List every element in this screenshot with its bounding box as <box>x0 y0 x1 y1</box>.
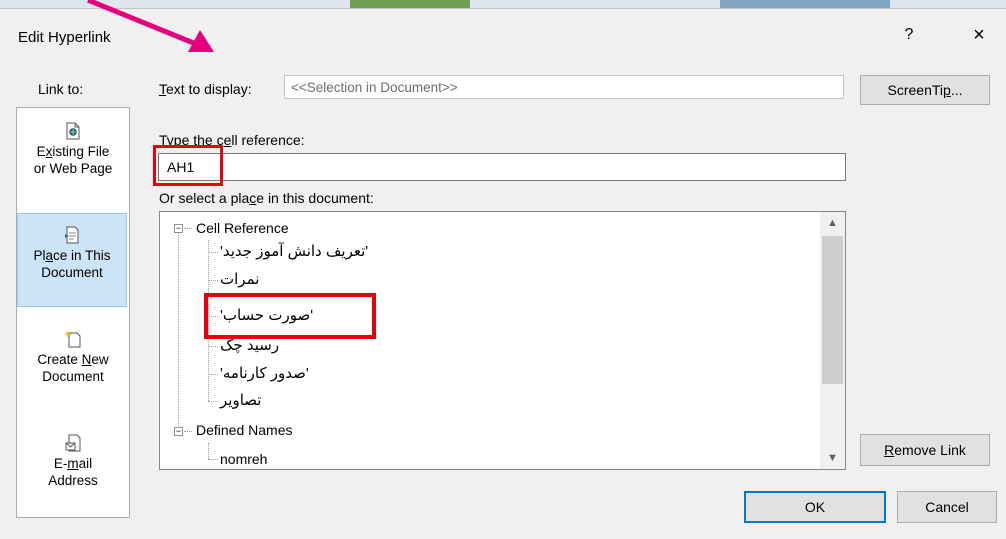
place-in-document-icon <box>65 226 79 244</box>
collapse-icon[interactable]: − <box>174 427 183 436</box>
text-to-display-label: Text to display: <box>159 81 252 97</box>
scroll-up-arrow-icon[interactable]: ▲ <box>820 212 845 234</box>
tree-item-defined-name[interactable]: nomreh <box>220 447 267 469</box>
link-item-label: Document <box>42 369 104 384</box>
tree-connector <box>184 431 192 432</box>
tree-connector <box>208 252 218 253</box>
tree-item-sheet[interactable]: 'صدور کارنامه' <box>220 362 309 386</box>
link-item-label: or Web Page <box>33 161 113 176</box>
link-to-email-address[interactable]: E-mail Address <box>18 434 128 514</box>
link-item-label: E-mail <box>53 456 93 471</box>
text-to-display-field[interactable]: <<Selection in Document>> <box>284 75 844 99</box>
existing-file-icon <box>66 122 80 140</box>
cancel-button[interactable]: Cancel <box>897 491 997 523</box>
tree-group-cell-reference[interactable]: Cell Reference <box>196 216 289 240</box>
scroll-down-arrow-icon[interactable]: ▼ <box>820 447 845 469</box>
tree-connector <box>208 346 218 347</box>
tree-connector <box>208 401 218 402</box>
tree-item-sheet[interactable]: تصاویر <box>220 389 261 413</box>
tree-group-defined-names[interactable]: Defined Names <box>196 418 293 442</box>
link-item-label: Place in This <box>33 248 111 263</box>
tree-connector <box>208 459 218 460</box>
link-item-label: Address <box>48 473 98 488</box>
link-to-create-new-document[interactable]: Create New Document <box>18 330 128 410</box>
link-to-place-in-document[interactable]: Place in This Document <box>17 213 127 307</box>
link-item-label: Document <box>41 265 103 280</box>
remove-link-button[interactable]: Remove Link <box>860 434 990 466</box>
background-bar <box>350 0 470 8</box>
link-to-label: Link to: <box>38 81 84 97</box>
sheet-highlight-box <box>204 293 376 339</box>
screentip-button[interactable]: ScreenTip... <box>860 75 990 105</box>
link-item-label: Create New <box>37 352 109 367</box>
background-bar <box>720 0 890 8</box>
tree-connector <box>208 280 218 281</box>
link-item-label: Existing File <box>36 144 110 159</box>
tree-item-sheet[interactable]: نمرات <box>220 268 259 292</box>
tree-connector <box>208 374 218 375</box>
tree-connector <box>178 233 179 430</box>
link-to-bar: Existing File or Web Page Place in This … <box>16 107 130 518</box>
tree-item-sheet[interactable]: 'تعریف دانش آموز جدید' <box>220 240 368 264</box>
tree-scrollbar[interactable]: ▲ ▼ <box>820 212 845 469</box>
annotation-arrow-icon <box>87 0 214 52</box>
help-button[interactable]: ? <box>896 22 922 48</box>
tree-connector <box>184 228 192 229</box>
tree-connector <box>208 443 209 459</box>
email-address-icon <box>65 434 81 452</box>
close-button[interactable]: × <box>965 21 993 49</box>
cell-reference-field[interactable]: AH1 <box>158 153 846 181</box>
ok-button[interactable]: OK <box>744 491 886 523</box>
document-place-tree[interactable]: − Cell Reference 'تعریف دانش آموز جدید' … <box>159 211 846 470</box>
create-new-document-icon <box>65 330 81 348</box>
link-to-existing-file[interactable]: Existing File or Web Page <box>18 122 128 202</box>
cell-reference-highlight-box <box>153 145 223 186</box>
scrollbar-thumb[interactable] <box>822 236 843 384</box>
select-place-label: Or select a place in this document: <box>159 190 374 206</box>
collapse-icon[interactable]: − <box>174 224 183 233</box>
